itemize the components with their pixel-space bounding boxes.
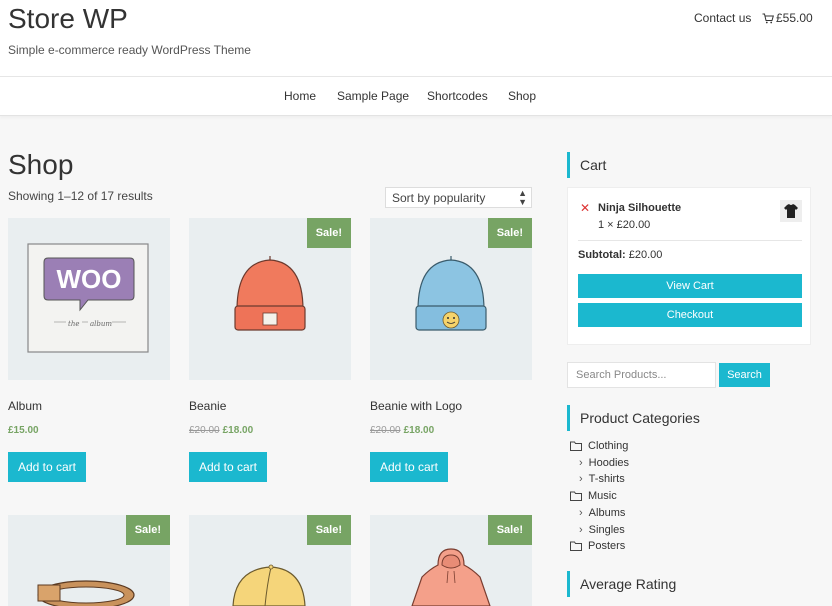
product-name[interactable]: Beanie with Logo xyxy=(370,399,462,413)
tshirt-icon xyxy=(784,204,798,218)
old-price: £20.00 xyxy=(189,425,220,436)
folder-icon xyxy=(570,491,582,501)
contact-link[interactable]: Contact us xyxy=(694,11,751,25)
result-count: Showing 1–12 of 17 results xyxy=(8,189,153,203)
folder-icon xyxy=(570,441,582,451)
old-price: £20.00 xyxy=(370,425,401,436)
add-to-cart-button[interactable]: Add to cart xyxy=(8,452,86,482)
cart-item-name[interactable]: Ninja Silhouette xyxy=(598,202,681,214)
nav-item-home[interactable]: Home xyxy=(284,89,316,103)
product-image[interactable]: WOO the album xyxy=(8,218,170,380)
header-cart-link[interactable]: £55.00 xyxy=(762,11,813,25)
product-price: £20.00 £18.00 xyxy=(370,425,434,436)
cart-subtotal: Subtotal: £20.00 xyxy=(578,249,662,261)
rating-widget-title: Average Rating xyxy=(567,571,676,597)
sale-badge: Sale! xyxy=(306,515,351,545)
cart-widget-title: Cart xyxy=(567,152,606,178)
chevron-right-icon: › xyxy=(579,524,583,536)
sort-select[interactable]: Sort by popularity ▲ ▼ xyxy=(385,187,532,208)
product-image[interactable]: Sale! xyxy=(370,515,532,606)
product-price: £20.00 £18.00 xyxy=(189,425,253,436)
cart-item-thumbnail xyxy=(780,200,802,222)
category-item-singles[interactable]: › Singles xyxy=(579,524,625,536)
chevron-right-icon: › xyxy=(579,507,583,519)
checkout-button[interactable]: Checkout xyxy=(578,303,802,327)
add-to-cart-button[interactable]: Add to cart xyxy=(189,452,267,482)
header-cart-total: £55.00 xyxy=(776,11,813,25)
product-card: Sale! Beanie with Logo £20.00 £18.00 Add … xyxy=(370,218,532,482)
current-price: £15.00 xyxy=(8,425,39,436)
svg-text:the: the xyxy=(68,320,79,328)
category-label: Clothing xyxy=(588,440,629,452)
sale-badge: Sale! xyxy=(487,515,532,545)
site-header: Store WP Simple e-commerce ready WordPre… xyxy=(0,0,832,77)
sale-badge: Sale! xyxy=(306,218,351,248)
select-arrows-icon: ▲ ▼ xyxy=(518,188,527,207)
category-label: Singles xyxy=(588,524,625,536)
categories-widget-title: Product Categories xyxy=(567,405,700,431)
category-label: Posters xyxy=(588,540,626,552)
product-card: WOO the album Album £15.00 Add to cart xyxy=(8,218,170,482)
product-price: £15.00 xyxy=(8,425,39,436)
mini-cart: ✕ Ninja Silhouette 1 × £20.00 Subtotal: … xyxy=(567,187,811,345)
category-label: Music xyxy=(588,490,617,502)
category-item-hoodies[interactable]: › Hoodies xyxy=(579,457,629,469)
chevron-right-icon: › xyxy=(579,457,583,469)
product-image[interactable]: Sale! xyxy=(189,218,351,380)
subtotal-label: Subtotal: xyxy=(578,249,626,261)
current-price: £18.00 xyxy=(403,425,435,436)
product-image[interactable]: Sale! xyxy=(189,515,351,606)
category-label: Hoodies xyxy=(588,457,630,469)
add-to-cart-button[interactable]: Add to cart xyxy=(370,452,448,482)
site-tagline: Simple e-commerce ready WordPress Theme xyxy=(8,43,251,57)
product-card: Sale! xyxy=(189,515,351,606)
nav-item-sample-page[interactable]: Sample Page xyxy=(337,89,409,103)
category-item-posters[interactable]: Posters xyxy=(570,540,625,552)
remove-item-icon[interactable]: ✕ xyxy=(580,201,590,215)
site-title[interactable]: Store WP xyxy=(8,3,128,35)
svg-text:WOO: WOO xyxy=(57,264,122,294)
cart-icon xyxy=(762,13,774,23)
product-image[interactable]: Sale! xyxy=(8,515,170,606)
category-item-albums[interactable]: › Albums xyxy=(579,507,625,519)
sort-selected-value: Sort by popularity xyxy=(392,191,486,205)
cart-divider xyxy=(578,240,802,241)
current-price: £18.00 xyxy=(222,425,254,436)
product-search-input[interactable]: Search Products... xyxy=(567,362,716,388)
woo-album-image: WOO the album xyxy=(27,243,149,353)
subtotal-value: £20.00 xyxy=(628,249,663,261)
category-item-clothing[interactable]: Clothing xyxy=(570,440,628,452)
nav-item-shortcodes[interactable]: Shortcodes xyxy=(427,89,488,103)
main-navigation: Home Sample Page Shortcodes Shop xyxy=(0,77,832,116)
product-image[interactable]: Sale! xyxy=(370,218,532,380)
product-card: Sale! Beanie £20.00 £18.00 Add to cart xyxy=(189,218,351,482)
cart-item-quantity: 1 × £20.00 xyxy=(598,219,651,231)
category-label: T-shirts xyxy=(588,473,625,485)
search-button[interactable]: Search xyxy=(719,363,770,387)
chevron-right-icon: › xyxy=(579,473,583,485)
view-cart-button[interactable]: View Cart xyxy=(578,274,802,298)
product-name[interactable]: Beanie xyxy=(189,399,226,413)
product-card: Sale! xyxy=(370,515,532,606)
category-item-tshirts[interactable]: › T-shirts xyxy=(579,473,625,485)
svg-text:album: album xyxy=(90,320,112,328)
category-label: Albums xyxy=(588,507,626,519)
category-item-music[interactable]: Music xyxy=(570,490,617,502)
product-card: Sale! xyxy=(8,515,170,606)
sale-badge: Sale! xyxy=(125,515,170,545)
nav-item-shop[interactable]: Shop xyxy=(508,89,536,103)
product-name[interactable]: Album xyxy=(8,399,42,413)
page-title: Shop xyxy=(8,149,74,180)
sale-badge: Sale! xyxy=(487,218,532,248)
folder-icon xyxy=(570,541,582,551)
